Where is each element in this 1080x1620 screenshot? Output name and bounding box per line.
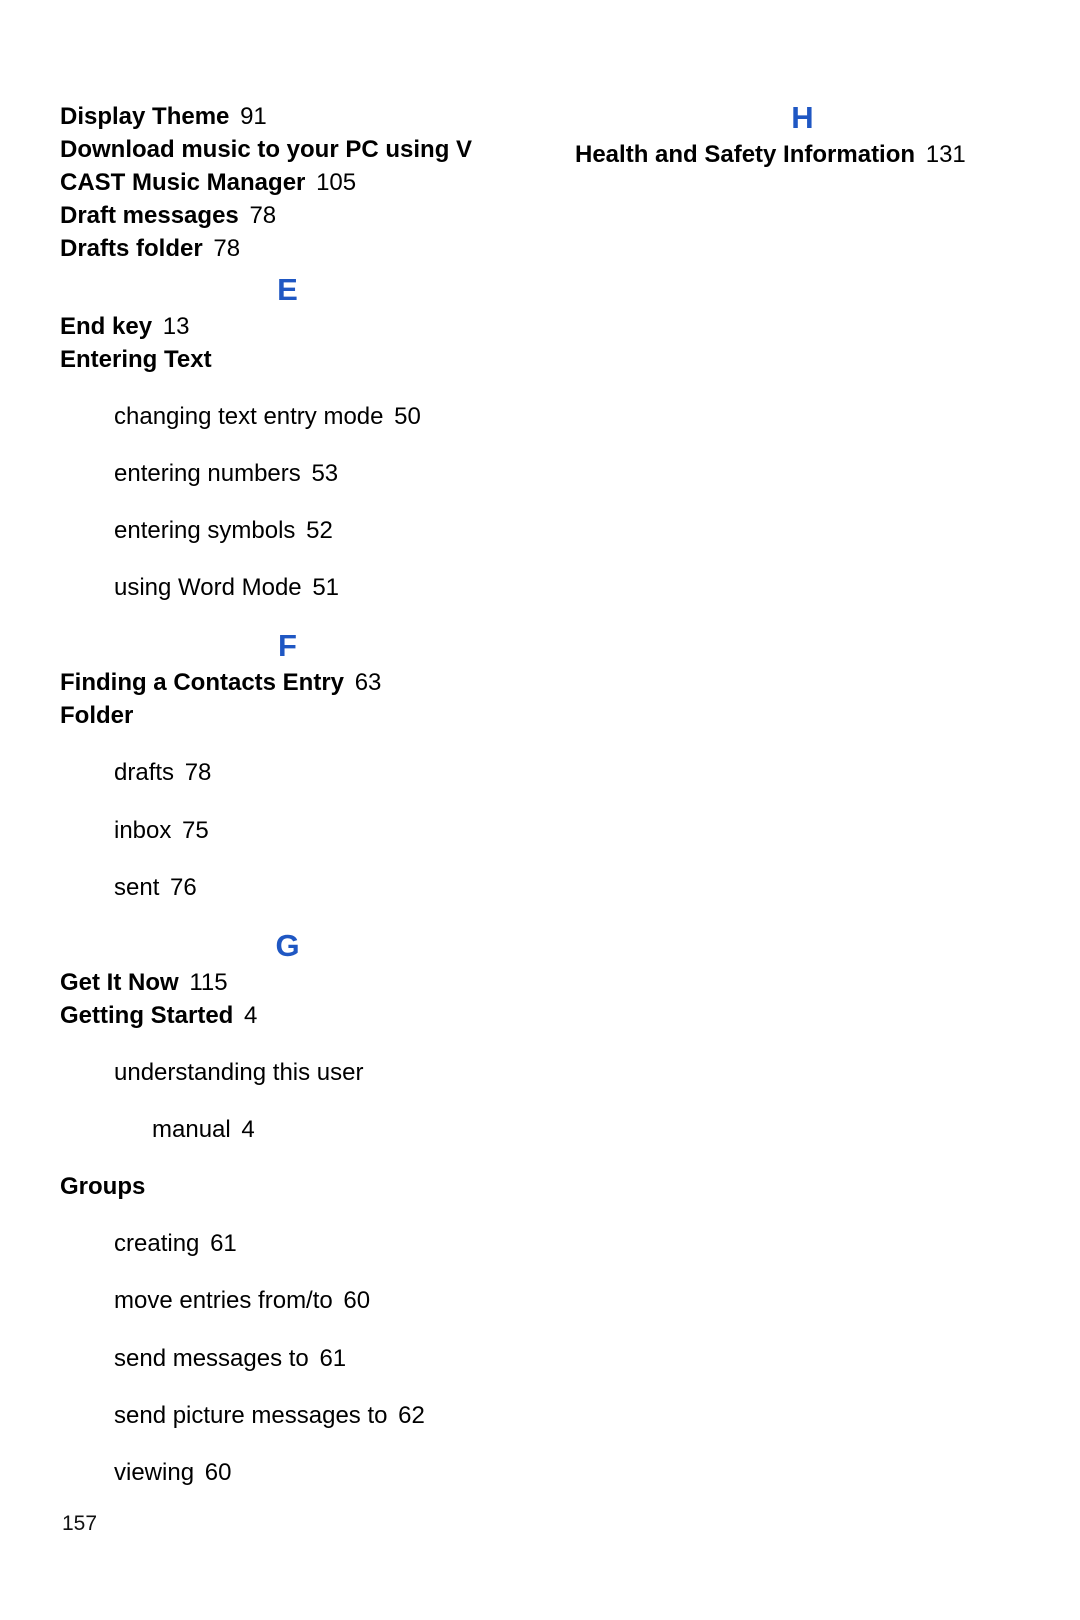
page-ref: 78 bbox=[249, 202, 276, 229]
page-ref: 13 bbox=[163, 313, 190, 340]
entry-groups: Groups creating 61 move entries from/to … bbox=[60, 1170, 515, 1489]
subentry: move entries from/to 60 bbox=[114, 1284, 515, 1317]
section-letter-g: G bbox=[60, 928, 515, 964]
subentry: send picture messages to 62 bbox=[114, 1399, 515, 1432]
entry-download-music: Download music to your PC using V CAST M… bbox=[60, 133, 515, 199]
term: Health and Safety Information bbox=[575, 141, 915, 168]
entry-display-theme: Display Theme 91 bbox=[60, 100, 515, 133]
page-ref: 63 bbox=[355, 669, 382, 696]
subentry: entering numbers 53 bbox=[114, 457, 515, 490]
subentry: inbox 75 bbox=[114, 814, 515, 847]
section-letter-e: E bbox=[60, 272, 515, 308]
entry-draft-messages: Draft messages 78 bbox=[60, 199, 515, 232]
page-ref: 105 bbox=[316, 169, 356, 196]
page-number: 157 bbox=[62, 1512, 97, 1536]
page-ref: 78 bbox=[213, 235, 240, 262]
entry-health-safety: Health and Safety Information 131 bbox=[575, 138, 1030, 171]
term: Folder bbox=[60, 702, 133, 729]
subentry: send messages to 61 bbox=[114, 1342, 515, 1375]
subentry: using Word Mode 51 bbox=[114, 571, 515, 604]
subentry: drafts 78 bbox=[114, 756, 515, 789]
term: Get It Now bbox=[60, 969, 179, 996]
entry-get-it-now: Get It Now 115 bbox=[60, 966, 515, 999]
subentry: creating 61 bbox=[114, 1227, 515, 1260]
page-ref: 91 bbox=[240, 103, 267, 130]
term: Display Theme bbox=[60, 103, 229, 130]
term: Drafts folder bbox=[60, 235, 203, 262]
index-page: Display Theme 91 Download music to your … bbox=[0, 0, 1080, 1620]
term: End key bbox=[60, 313, 152, 340]
term: Download music to your PC using V CAST M… bbox=[60, 136, 472, 196]
term: Finding a Contacts Entry bbox=[60, 669, 344, 696]
page-ref: 4 bbox=[244, 1002, 257, 1029]
entry-drafts-folder: Drafts folder 78 bbox=[60, 232, 515, 265]
term: Groups bbox=[60, 1173, 145, 1200]
page-ref: 131 bbox=[926, 141, 966, 168]
subentry: viewing 60 bbox=[114, 1456, 515, 1489]
subentry-line2: manual 4 bbox=[152, 1113, 515, 1146]
entry-getting-started: Getting Started 4 understanding this use… bbox=[60, 999, 515, 1146]
subentry: sent 76 bbox=[114, 871, 515, 904]
term: Entering Text bbox=[60, 346, 212, 373]
entry-finding-contacts: Finding a Contacts Entry 63 bbox=[60, 666, 515, 699]
entry-folder: Folder drafts 78 inbox 75 sent 76 bbox=[60, 699, 515, 903]
entry-entering-text: Entering Text changing text entry mode 5… bbox=[60, 343, 515, 605]
term: Getting Started bbox=[60, 1002, 233, 1029]
subentry: understanding this user bbox=[114, 1056, 515, 1089]
entry-end-key: End key 13 bbox=[60, 310, 515, 343]
subentry: changing text entry mode 50 bbox=[114, 400, 515, 433]
section-letter-f: F bbox=[60, 628, 515, 664]
index-columns: Display Theme 91 Download music to your … bbox=[60, 100, 1030, 1490]
page-ref: 115 bbox=[189, 969, 227, 996]
section-letter-h: H bbox=[575, 100, 1030, 136]
subentry: entering symbols 52 bbox=[114, 514, 515, 547]
term: Draft messages bbox=[60, 202, 239, 229]
